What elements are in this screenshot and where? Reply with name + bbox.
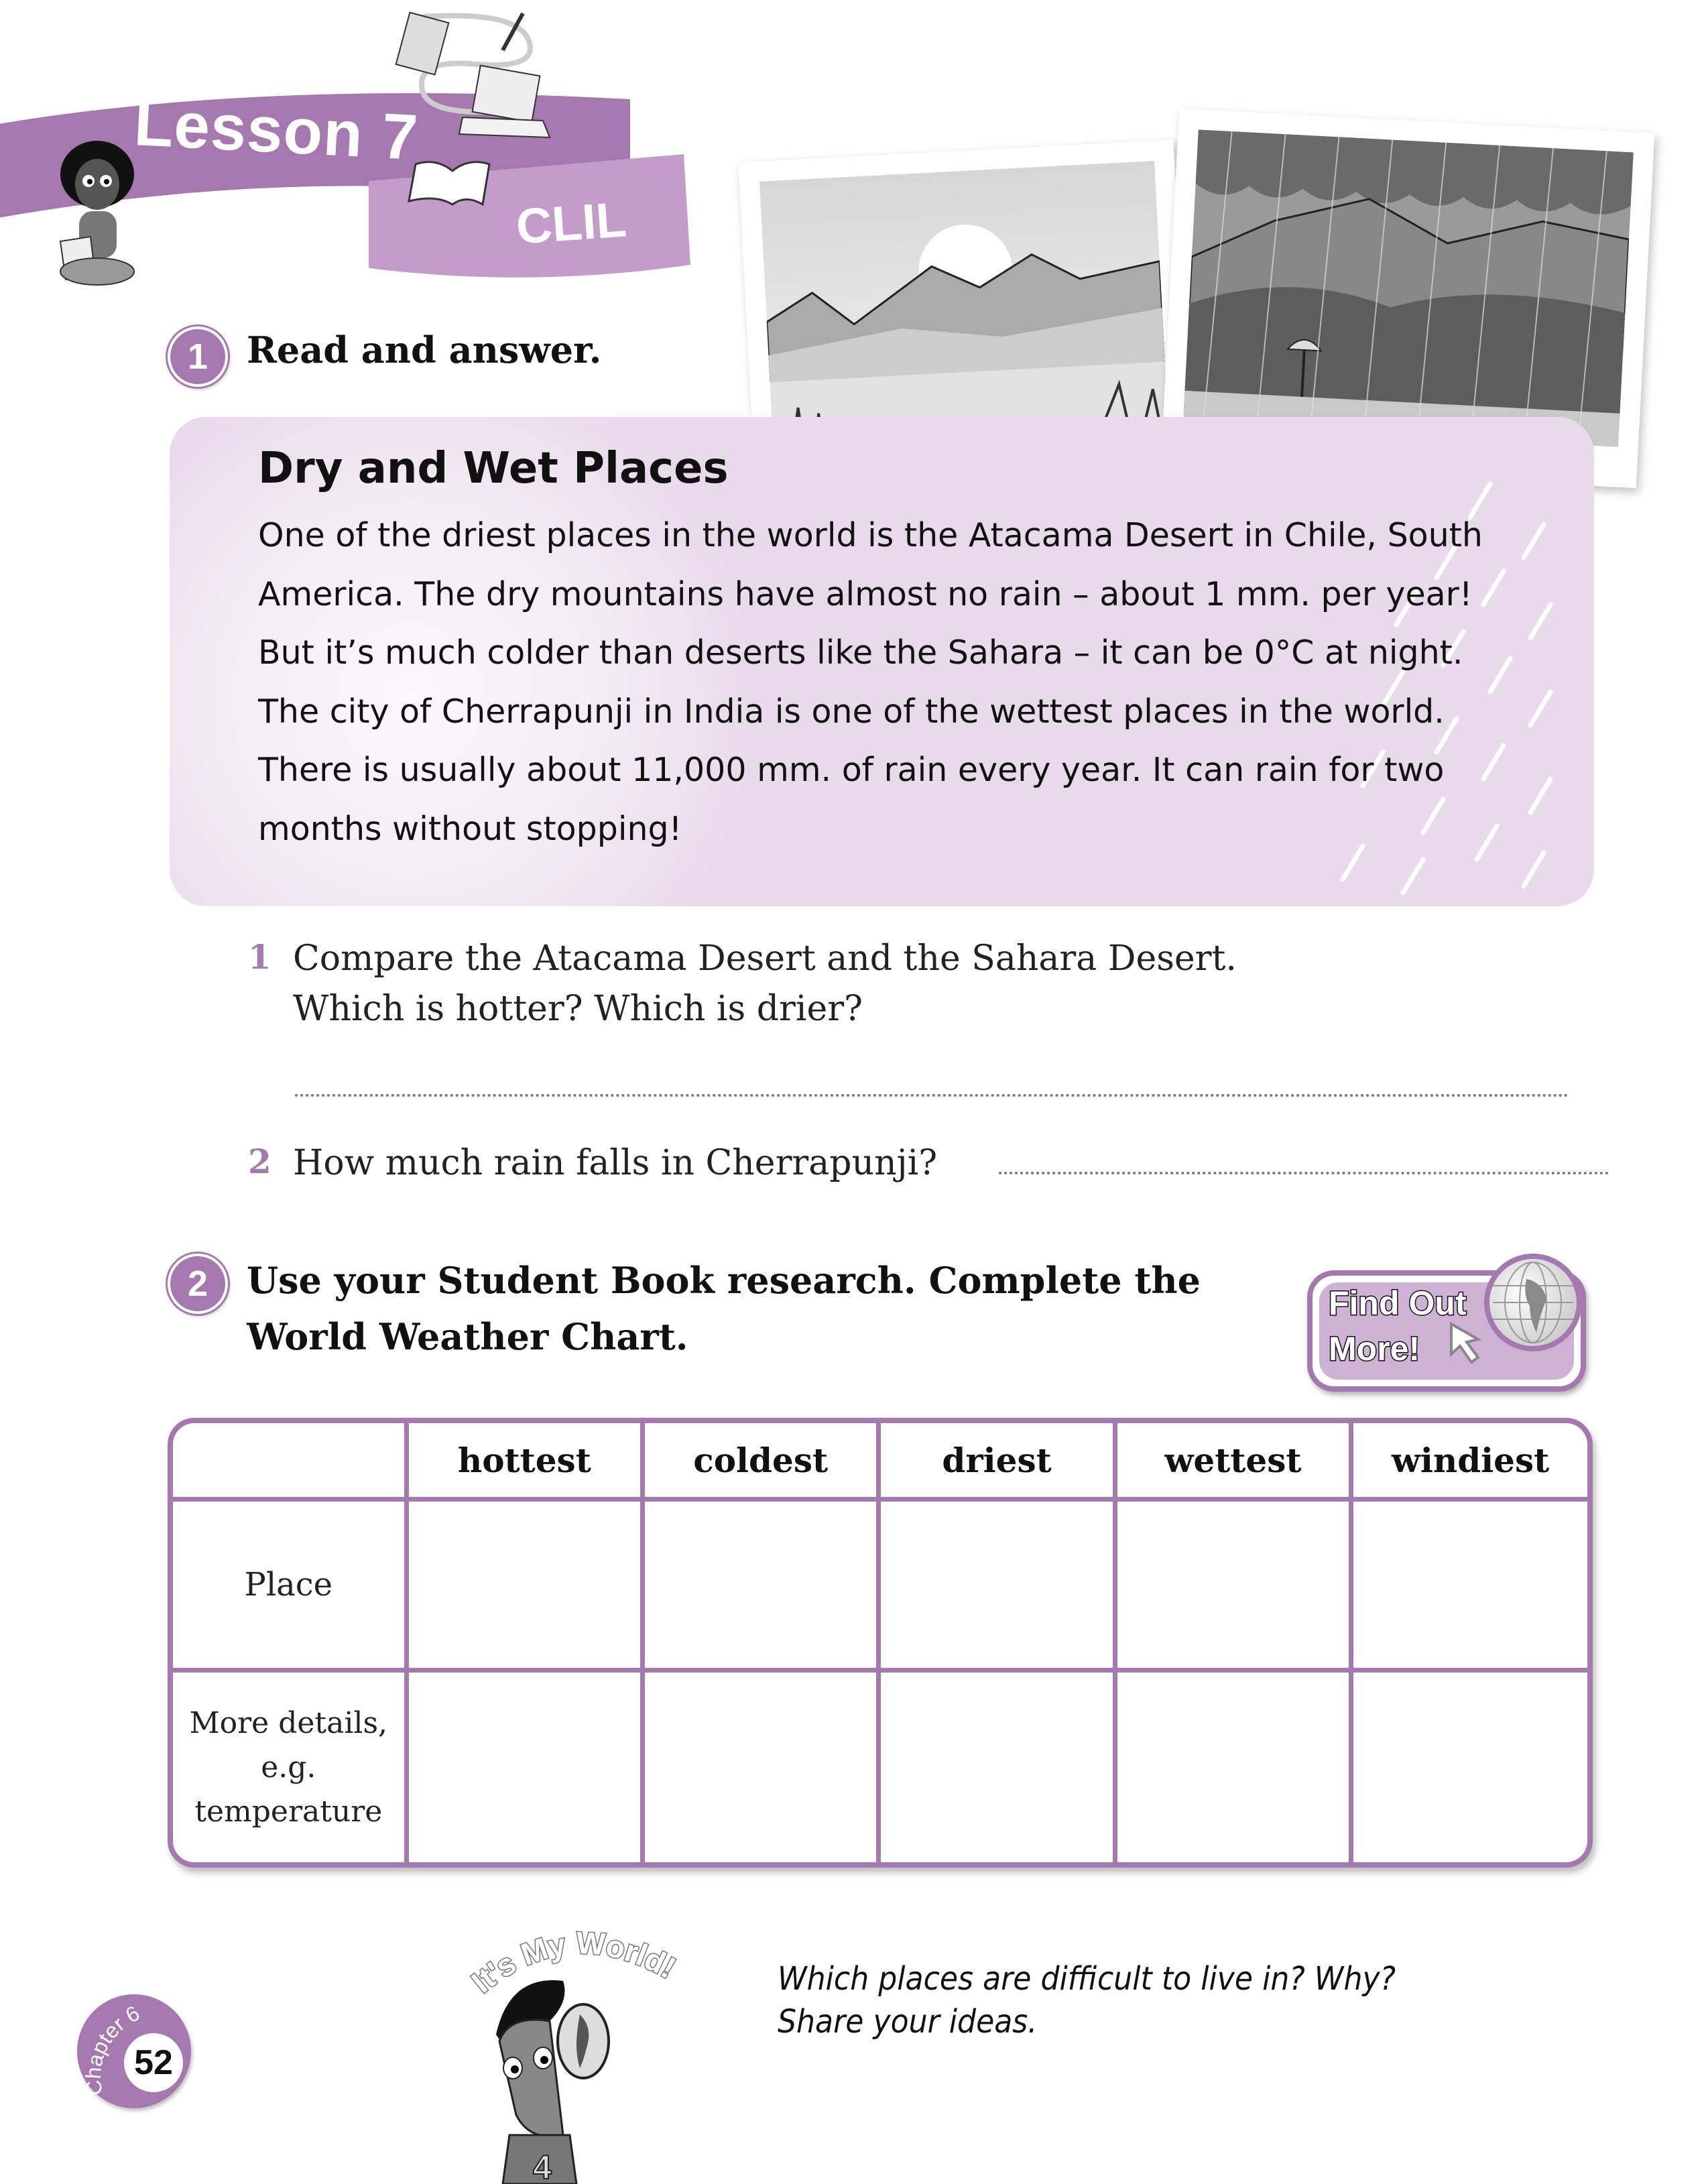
chart-cell[interactable] bbox=[404, 1668, 646, 1862]
passage-line: months without stopping! bbox=[258, 809, 682, 848]
instruction-line: World Weather Chart. bbox=[247, 1315, 688, 1358]
instruction-line: Use your Student Book research. Complete… bbox=[247, 1259, 1201, 1302]
its-my-world-illustration: It's My World! 4 bbox=[469, 1924, 682, 2184]
chart-cell[interactable] bbox=[404, 1497, 646, 1673]
passage-line: There is usually about 11,000 mm. of rai… bbox=[258, 751, 1445, 789]
chart-cell[interactable] bbox=[876, 1668, 1117, 1862]
prompt-line: Which places are difficult to live in? W… bbox=[778, 1960, 1396, 1998]
answer-line-1[interactable] bbox=[295, 1094, 1569, 1097]
chart-cell[interactable] bbox=[876, 1497, 1117, 1673]
passage-line: But it’s much colder than deserts like t… bbox=[258, 633, 1463, 672]
page-number: 52 bbox=[124, 2033, 183, 2092]
passage-line: America. The dry mountains have almost n… bbox=[258, 574, 1473, 613]
header-cell-coldest: coldest bbox=[639, 1423, 881, 1502]
row-label-details: More details, e.g. temperature bbox=[173, 1668, 409, 1862]
question-number: 1 bbox=[248, 937, 271, 977]
header-cell-wettest: wettest bbox=[1112, 1423, 1354, 1502]
find-out-more-line: More! bbox=[1328, 1329, 1421, 1369]
question-text: Compare the Atacama Desert and the Sahar… bbox=[293, 934, 1237, 1034]
exercise-number-badge: 1 bbox=[168, 326, 228, 387]
header-cell-windiest: windiest bbox=[1349, 1423, 1587, 1502]
chart-cell[interactable] bbox=[1112, 1497, 1354, 1673]
header-cell-hottest: hottest bbox=[404, 1423, 646, 1502]
chart-cell[interactable] bbox=[639, 1668, 881, 1862]
exercise-instruction: Read and answer. bbox=[247, 328, 602, 371]
row-label-text: Place bbox=[244, 1566, 333, 1603]
exercise-number-badge: 2 bbox=[168, 1254, 228, 1314]
find-out-more-line: Find Out bbox=[1328, 1284, 1467, 1323]
discussion-prompt: Which places are difficult to live in? W… bbox=[778, 1957, 1396, 2043]
world-weather-chart: hottest coldest driest wettest windiest … bbox=[168, 1418, 1593, 1868]
answer-line-2[interactable] bbox=[999, 1172, 1609, 1174]
row-label-place: Place bbox=[173, 1497, 409, 1673]
question-line: Compare the Atacama Desert and the Sahar… bbox=[293, 938, 1237, 979]
row-label-text: More details, bbox=[189, 1705, 388, 1740]
question-number: 2 bbox=[248, 1142, 271, 1181]
girl-with-laptop-illustration bbox=[59, 141, 135, 286]
lesson-title: Lesson 7 bbox=[132, 86, 420, 174]
header-cell-driest: driest bbox=[876, 1423, 1117, 1502]
table-row-details: More details, e.g. temperature bbox=[173, 1668, 1587, 1862]
prompt-line: Share your ideas. bbox=[778, 2003, 1038, 2041]
reading-passage: One of the driest places in the world is… bbox=[258, 506, 1532, 858]
question-line: Which is hotter? Which is drier? bbox=[293, 989, 863, 1029]
chart-cell[interactable] bbox=[1349, 1668, 1587, 1862]
table-row-place: Place bbox=[173, 1497, 1587, 1673]
cursor-arrow-icon bbox=[1450, 1321, 1482, 1364]
chart-cell[interactable] bbox=[639, 1497, 881, 1673]
find-out-more-button[interactable]: Find Out More! bbox=[1307, 1254, 1586, 1392]
passage-line: The city of Cherrapunji in India is one … bbox=[258, 692, 1445, 731]
header-cell-empty bbox=[173, 1423, 409, 1502]
chart-cell[interactable] bbox=[1112, 1668, 1354, 1862]
row-label-text: e.g. bbox=[261, 1750, 316, 1784]
rainy-forest-image bbox=[1182, 129, 1634, 447]
passage-line: One of the driest places in the world is… bbox=[258, 516, 1483, 554]
reading-title: Dry and Wet Places bbox=[258, 444, 729, 493]
row-label-text: temperature bbox=[194, 1794, 383, 1829]
table-header-row: hottest coldest driest wettest windiest bbox=[173, 1423, 1587, 1502]
find-out-more-label: Find Out More! bbox=[1328, 1280, 1467, 1372]
its-my-world-badge: It's My World! bbox=[469, 1925, 682, 2000]
globe-icon bbox=[1484, 1254, 1582, 1351]
study-items-illustration bbox=[395, 11, 551, 206]
svg-text:4: 4 bbox=[533, 2148, 552, 2184]
chart-cell[interactable] bbox=[1349, 1497, 1587, 1673]
exercise-instruction: Use your Student Book research. Complete… bbox=[247, 1252, 1201, 1365]
question-text: How much rain falls in Cherrapunji? bbox=[293, 1143, 938, 1183]
page-number-badge: Chapter 6 52 bbox=[77, 1994, 191, 2108]
weather-chart-table: hottest coldest driest wettest windiest … bbox=[173, 1423, 1587, 1862]
